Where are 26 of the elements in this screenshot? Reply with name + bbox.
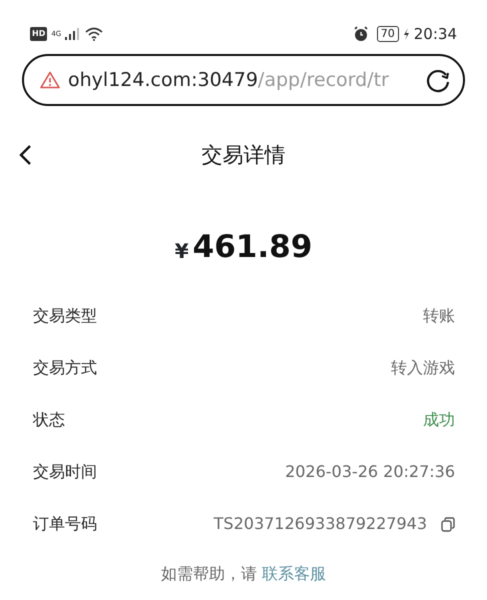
contact-support-link[interactable]: 联系客服 bbox=[262, 564, 326, 583]
hd-indicator: HD bbox=[30, 27, 48, 41]
detail-label: 订单号码 bbox=[33, 513, 97, 535]
detail-value: 转入游戏 bbox=[391, 357, 455, 379]
reload-icon[interactable] bbox=[425, 67, 451, 93]
detail-label: 交易时间 bbox=[33, 461, 97, 483]
detail-label: 状态 bbox=[33, 409, 65, 431]
detail-label: 交易方式 bbox=[33, 357, 97, 379]
address-bar[interactable]: ohyl124.com:30479/app/record/tr bbox=[22, 54, 465, 106]
battery-level: 70 bbox=[376, 26, 399, 42]
detail-value: 2026-03-26 20:27:36 bbox=[285, 461, 455, 483]
page-title: 交易详情 bbox=[202, 142, 286, 170]
detail-label: 交易类型 bbox=[33, 305, 97, 327]
currency-symbol: ¥ bbox=[174, 238, 189, 265]
charging-icon bbox=[402, 28, 410, 40]
detail-value: 转账 bbox=[423, 305, 455, 327]
order-number: TS2037126933879227943 bbox=[214, 513, 427, 535]
wifi-icon bbox=[85, 27, 104, 41]
amount-value: 461.89 bbox=[192, 228, 312, 267]
alarm-icon bbox=[352, 26, 369, 42]
status-value: 成功 bbox=[423, 409, 455, 431]
url-text: ohyl124.com:30479/app/record/tr bbox=[68, 68, 390, 93]
signal-icon bbox=[65, 28, 82, 40]
clock: 20:34 bbox=[414, 24, 457, 45]
help-text: 如需帮助，请 联系客服 bbox=[160, 563, 328, 585]
warning-icon bbox=[40, 71, 60, 89]
